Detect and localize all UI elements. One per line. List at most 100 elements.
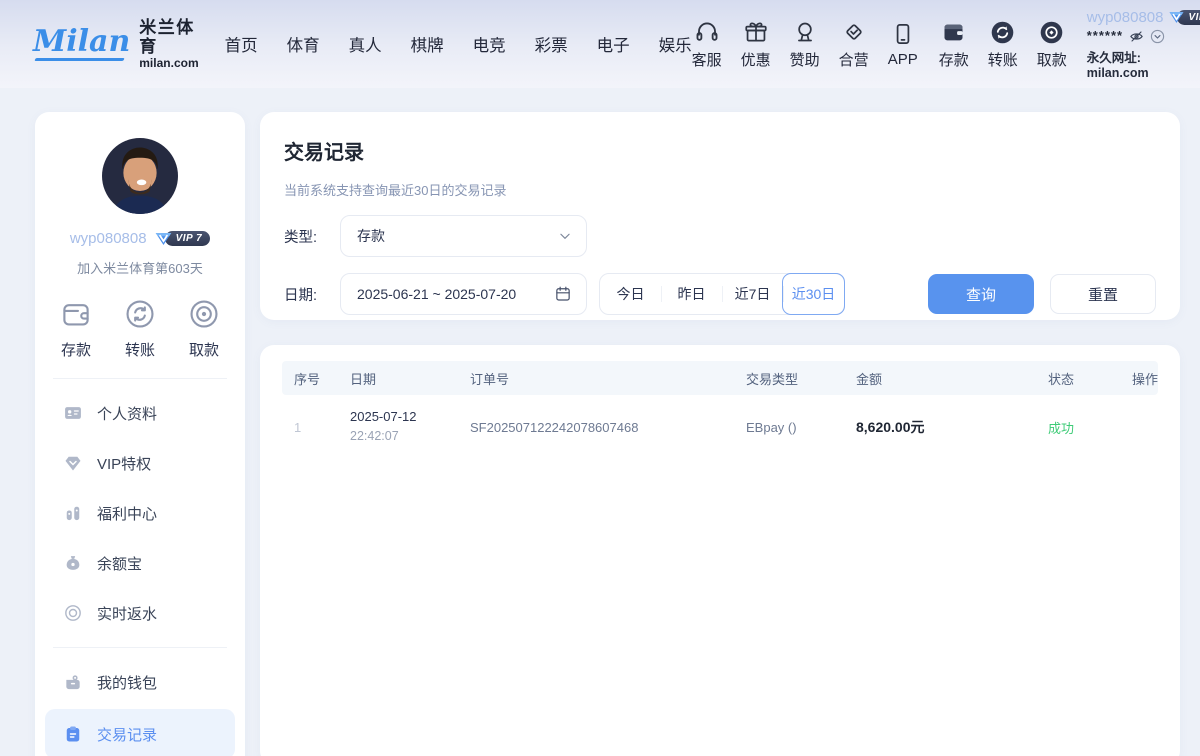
col-status: 状态 <box>1048 369 1132 388</box>
table-header-row: 序号 日期 订单号 交易类型 金额 状态 操作 <box>282 361 1158 395</box>
wallet-filled-icon <box>940 19 967 46</box>
moneybag-icon <box>63 553 83 573</box>
search-button[interactable]: 查询 <box>928 274 1034 314</box>
sidebar-menu-wallet-group: 我的钱包 交易记录 <box>35 648 245 756</box>
wallet-outline-icon <box>59 297 93 331</box>
nav-item-live[interactable]: 真人 <box>349 32 382 56</box>
sidebar-item-rebate[interactable]: 实时返水 <box>35 588 245 638</box>
profile-avatar[interactable] <box>100 136 180 216</box>
nav-item-sports[interactable]: 体育 <box>287 32 320 56</box>
page: Milan 米兰体育 milan.com 首页 体育 真人 棋牌 电竞 彩票 电… <box>0 0 1200 756</box>
chevron-down-circle-icon[interactable] <box>1150 29 1165 44</box>
cell-type: EBpay () <box>746 420 856 435</box>
nav-item-lottery[interactable]: 彩票 <box>535 32 568 56</box>
col-amount: 金额 <box>856 369 1048 388</box>
sidebar-item-my-wallet[interactable]: 我的钱包 <box>35 657 245 707</box>
logo-script-icon: Milan <box>33 27 130 61</box>
username-label: wyp080808 <box>1087 9 1164 26</box>
main-nav: 首页 体育 真人 棋牌 电竞 彩票 电子 娱乐 <box>225 32 692 56</box>
nav-item-cards[interactable]: 棋牌 <box>411 32 444 56</box>
sidebar-deposit-button[interactable]: 存款 <box>59 297 93 360</box>
transfer-filled-icon <box>989 19 1016 46</box>
sidebar-username: wyp080808 <box>70 230 147 247</box>
sidebar-vip-badge: VIP 7 <box>154 231 211 247</box>
type-select[interactable]: 存款 <box>340 215 587 257</box>
promotions-button[interactable]: 优惠 <box>741 19 771 70</box>
my-wallet-icon <box>63 672 83 692</box>
transfer-outline-icon <box>123 297 157 331</box>
nav-item-entertainment[interactable]: 娱乐 <box>659 32 692 56</box>
page-title: 交易记录 <box>284 136 1156 165</box>
cell-amount: 8,620.00元 <box>856 417 1048 437</box>
col-type: 交易类型 <box>746 369 856 388</box>
date-range-input[interactable]: 2025-06-21 ~ 2025-07-20 <box>340 273 587 315</box>
sidebar-quick-actions: 存款 转账 <box>35 277 245 378</box>
col-action: 操作 <box>1132 369 1158 388</box>
sidebar-menu: 个人资料 VIP特权 <box>35 379 245 647</box>
withdraw-filled-icon <box>1038 19 1065 46</box>
logo-cn-title: 米兰体育 <box>139 18 198 57</box>
sidebar-item-yuebao[interactable]: 余额宝 <box>35 538 245 588</box>
cell-status: 成功 <box>1048 418 1132 437</box>
reset-button[interactable]: 重置 <box>1050 274 1156 314</box>
type-filter-row: 类型: 存款 <box>284 215 1156 257</box>
table-row: 1 2025-07-12 22:42:07 SF2025071222420786… <box>282 395 1158 459</box>
col-index: 序号 <box>294 369 350 388</box>
records-icon <box>63 724 83 744</box>
nav-item-esports[interactable]: 电竞 <box>473 32 506 56</box>
transaction-filter-card: 交易记录 当前系统支持查询最近30日的交易记录 类型: 存款 日期: 2025-… <box>260 112 1180 320</box>
sidebar-item-benefits[interactable]: 福利中心 <box>35 488 245 538</box>
date-label: 日期: <box>284 284 328 305</box>
withdraw-button[interactable]: 取款 <box>1037 19 1067 70</box>
join-days-label: 加入米兰体育第603天 <box>35 258 245 277</box>
chevron-down-icon <box>558 229 572 243</box>
cell-index: 1 <box>294 420 350 435</box>
cell-order-no: SF202507122242078607468 <box>470 420 746 435</box>
user-info-block[interactable]: wyp080808 VIP 7 ****** <box>1087 9 1200 80</box>
customer-service-button[interactable]: 客服 <box>692 19 722 70</box>
cell-time: 22:42:07 <box>350 429 399 443</box>
range-30days-button[interactable]: 近30日 <box>783 274 844 314</box>
transaction-table-card: 序号 日期 订单号 交易类型 金额 状态 操作 1 2025-07-12 22:… <box>260 345 1180 756</box>
handshake-icon <box>841 19 867 46</box>
headset-icon <box>694 19 720 46</box>
phone-icon <box>890 21 916 48</box>
sidebar-item-transaction-records[interactable]: 交易记录 <box>45 709 235 756</box>
nav-item-home[interactable]: 首页 <box>225 32 258 56</box>
col-order-no: 订单号 <box>470 369 746 388</box>
sidebar-transfer-button[interactable]: 转账 <box>123 297 157 360</box>
range-today-button[interactable]: 今日 <box>600 274 661 314</box>
date-filter-row: 日期: 2025-06-21 ~ 2025-07-20 今日 昨日 近7日 近3… <box>284 273 1156 315</box>
rebate-icon <box>63 603 83 623</box>
nav-item-slots[interactable]: 电子 <box>597 32 630 56</box>
brand-logo[interactable]: Milan 米兰体育 milan.com <box>33 18 199 71</box>
sidebar-item-vip[interactable]: VIP特权 <box>35 438 245 488</box>
vip-gem-icon <box>63 453 83 473</box>
transfer-button[interactable]: 转账 <box>988 19 1018 70</box>
calendar-icon <box>554 285 572 303</box>
range-7days-button[interactable]: 近7日 <box>722 274 783 314</box>
masked-balance: ****** <box>1087 31 1123 41</box>
gift-icon <box>743 19 769 46</box>
eye-slash-icon[interactable] <box>1129 29 1144 44</box>
date-range-value: 2025-06-21 ~ 2025-07-20 <box>357 286 516 302</box>
col-date: 日期 <box>350 369 470 388</box>
permanent-url-label: 永久网址: milan.com <box>1087 47 1200 80</box>
deposit-button[interactable]: 存款 <box>939 19 969 70</box>
range-yesterday-button[interactable]: 昨日 <box>661 274 722 314</box>
benefits-icon <box>63 503 83 523</box>
id-card-icon <box>63 403 83 423</box>
app-download-button[interactable]: APP <box>888 21 918 68</box>
date-quick-ranges: 今日 昨日 近7日 近30日 <box>599 273 845 315</box>
partnership-button[interactable]: 合营 <box>839 19 869 70</box>
profile-sidebar: wyp080808 VIP 7 加入米兰体育第603天 <box>35 112 245 756</box>
navbar-quick-icons: 客服 优惠 <box>692 19 1067 70</box>
sidebar-withdraw-button[interactable]: 取款 <box>187 297 221 360</box>
sponsor-button[interactable]: 赞助 <box>790 19 820 70</box>
sidebar-item-profile[interactable]: 个人资料 <box>35 388 245 438</box>
cell-date: 2025-07-12 22:42:07 <box>350 408 470 446</box>
logo-domain: milan.com <box>139 57 198 71</box>
top-navbar: Milan 米兰体育 milan.com 首页 体育 真人 棋牌 电竞 彩票 电… <box>0 0 1200 88</box>
type-label: 类型: <box>284 226 328 247</box>
type-select-value: 存款 <box>357 226 385 246</box>
